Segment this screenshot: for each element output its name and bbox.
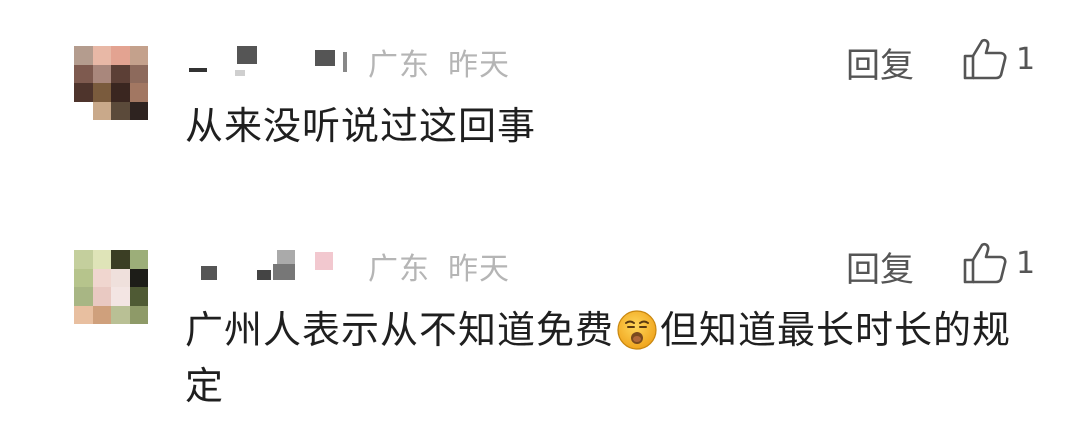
avatar[interactable]	[74, 46, 148, 120]
comment-text-content: 从来没听说过这回事	[185, 104, 537, 148]
reply-button[interactable]: 回复	[846, 38, 914, 87]
like-button[interactable]: 1	[962, 240, 1035, 286]
comment-text: 从来没听说过这回事	[185, 98, 1015, 154]
sneezing-face-emoji-icon	[616, 309, 658, 351]
comment-meta: 广东 昨天	[368, 244, 510, 288]
comment-text-part: 广州人表示从不知道免费	[185, 308, 615, 352]
reply-button[interactable]: 回复	[846, 242, 914, 291]
like-button[interactable]: 1	[962, 36, 1035, 82]
comment-text: 广州人表示从不知道免费 但知道最长时长的规定	[185, 302, 1015, 414]
like-count: 1	[1016, 245, 1036, 281]
like-count: 1	[1016, 41, 1036, 77]
comment-time: 昨天	[448, 48, 510, 83]
thumbs-up-icon	[962, 37, 1008, 81]
username-blurred[interactable]	[185, 46, 355, 76]
comment-location: 广东	[368, 48, 430, 83]
username-blurred[interactable]	[185, 250, 355, 280]
thumbs-up-icon	[962, 241, 1008, 285]
comment-meta: 广东 昨天	[368, 40, 510, 84]
comment-location: 广东	[368, 252, 430, 287]
comment-time: 昨天	[448, 252, 510, 287]
avatar[interactable]	[74, 250, 148, 324]
